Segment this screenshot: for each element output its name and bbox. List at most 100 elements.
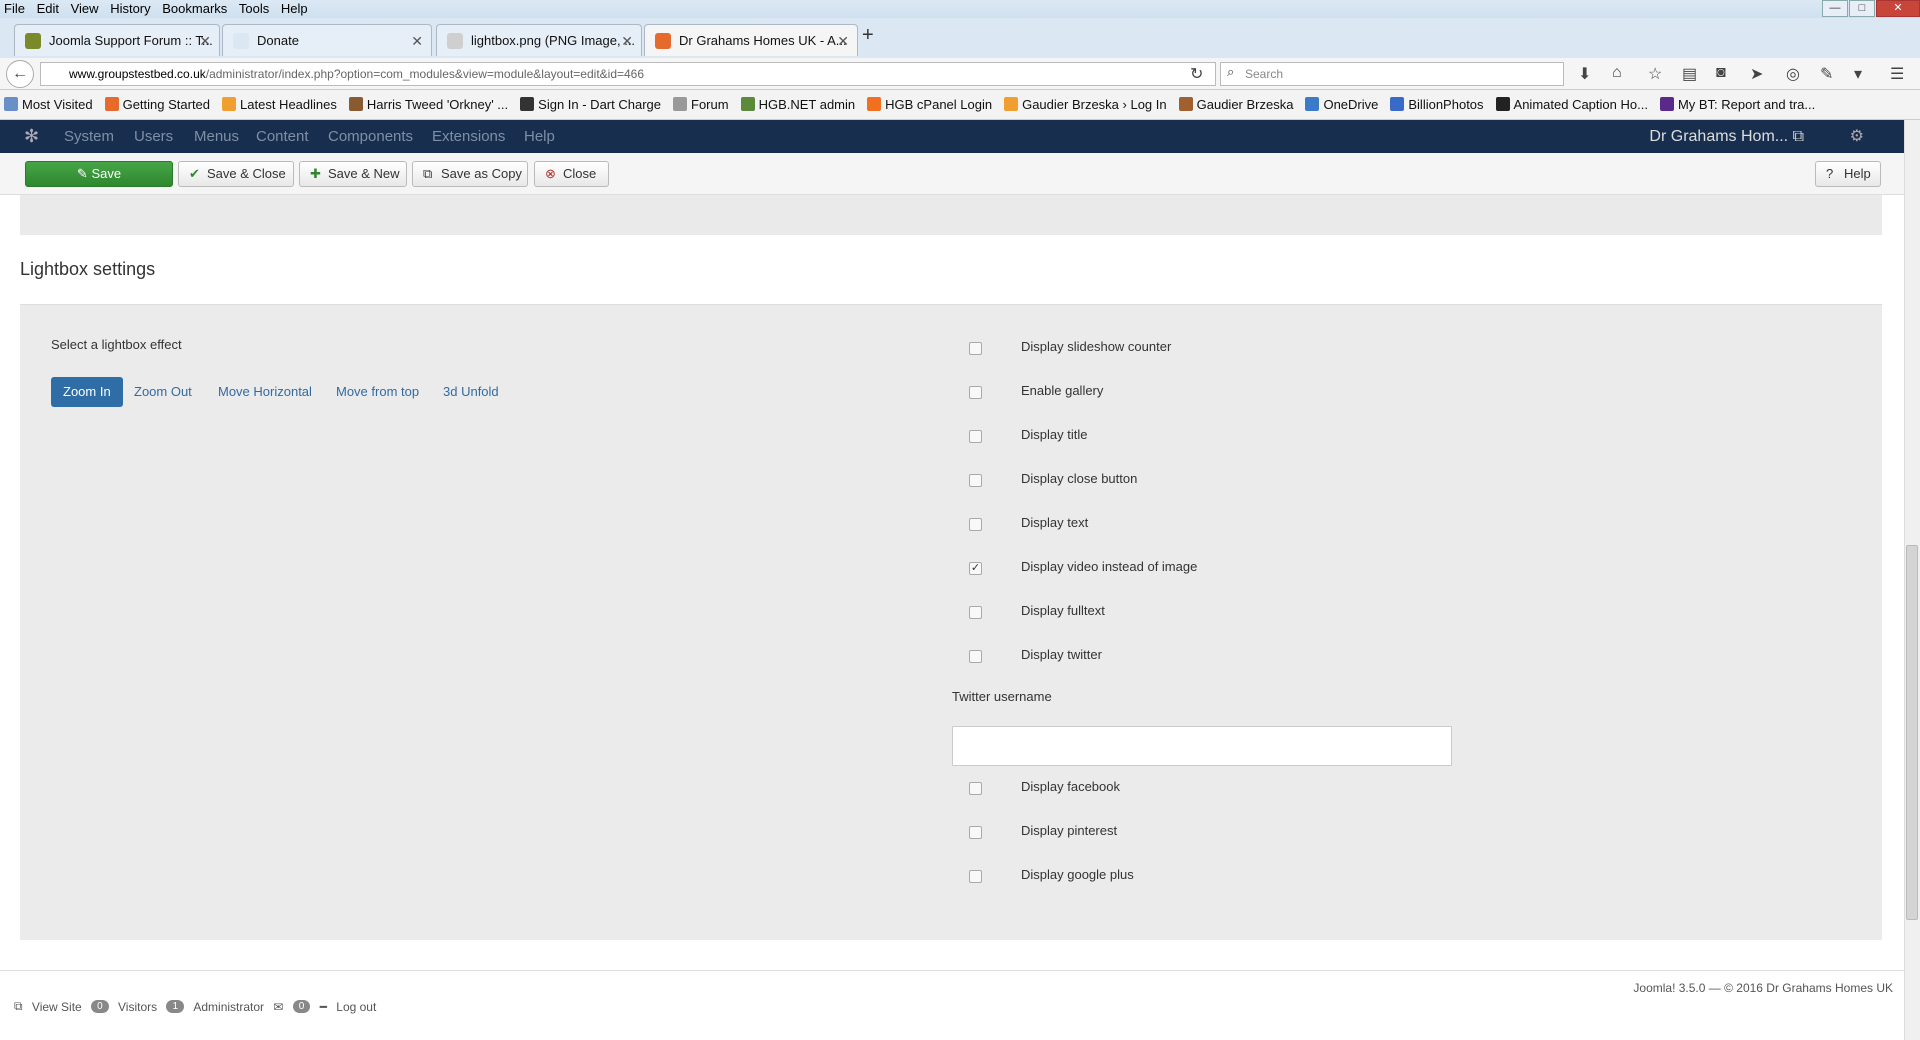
- nav-menus[interactable]: Menus: [194, 120, 239, 153]
- option-checkbox[interactable]: ✓: [969, 562, 982, 575]
- bookmark-item[interactable]: Animated Caption Ho...: [1495, 90, 1654, 119]
- save-new-button[interactable]: ✚ Save & New: [299, 161, 407, 187]
- nav-content[interactable]: Content: [256, 120, 309, 153]
- option-checkbox[interactable]: [969, 606, 982, 619]
- save-as-copy-button[interactable]: ⧉ Save as Copy: [412, 161, 528, 187]
- window-close-button[interactable]: ✕: [1876, 0, 1920, 17]
- close-button[interactable]: ⊗ Close: [534, 161, 609, 187]
- tab-dr-grahams[interactable]: Dr Grahams Homes UK - A... ✕: [644, 24, 858, 56]
- close-circle-icon: ⊗: [545, 166, 556, 181]
- tab-joomla-forum[interactable]: Joomla Support Forum :: T... ✕: [14, 24, 220, 56]
- joomla-forum-favicon-icon: [25, 33, 41, 49]
- view-site-link[interactable]: View Site: [32, 1000, 82, 1014]
- tab-label: Joomla Support Forum :: T...: [49, 33, 213, 48]
- menu-edit[interactable]: Edit: [33, 0, 63, 18]
- back-arrow-icon[interactable]: ←: [6, 60, 34, 88]
- send-icon[interactable]: ➤: [1750, 64, 1763, 84]
- bookmark-item[interactable]: Gaudier Brzeska › Log In: [1004, 90, 1173, 119]
- hamburger-menu-icon[interactable]: ☰: [1890, 64, 1904, 84]
- image-favicon-icon: [447, 33, 463, 49]
- close-tab-icon[interactable]: ✕: [199, 25, 211, 56]
- search-input[interactable]: Search: [1220, 62, 1564, 86]
- help-button[interactable]: ? Help: [1815, 161, 1881, 187]
- nav-system[interactable]: System: [64, 120, 114, 153]
- menu-history[interactable]: History: [106, 0, 154, 18]
- bookmark-favicon-icon: [1495, 97, 1510, 111]
- menu-help[interactable]: Help: [277, 0, 312, 18]
- save-close-button[interactable]: ✔ Save & Close: [178, 161, 294, 187]
- envelope-icon[interactable]: ✉: [273, 1000, 283, 1014]
- bookmark-item[interactable]: HGB cPanel Login: [867, 90, 998, 119]
- bookmark-item[interactable]: OneDrive: [1305, 90, 1384, 119]
- minimize-button[interactable]: —: [1822, 0, 1848, 17]
- bookmark-item[interactable]: Harris Tweed 'Orkney' ...: [348, 90, 514, 119]
- close-tab-icon[interactable]: ✕: [411, 25, 423, 56]
- question-icon: ?: [1826, 166, 1834, 181]
- bookmark-item[interactable]: Gaudier Brzeska: [1178, 90, 1300, 119]
- option-checkbox[interactable]: [969, 870, 982, 883]
- bookmark-label: BillionPhotos: [1408, 97, 1484, 112]
- option-checkbox[interactable]: [969, 650, 982, 663]
- reload-icon[interactable]: ↻: [1190, 64, 1203, 84]
- download-icon[interactable]: ⬇: [1578, 64, 1591, 84]
- messages-count-badge: 0: [292, 1000, 311, 1014]
- scrollbar-thumb[interactable]: [1906, 545, 1918, 920]
- joomla-toolbar: ✎ Save ✔ Save & Close ✚ Save & New ⧉ Save a…: [0, 153, 1904, 195]
- url-bar[interactable]: www.groupstestbed.co.uk/administrator/in…: [40, 62, 1216, 86]
- bookmark-item[interactable]: Sign In - Dart Charge: [520, 90, 667, 119]
- effect-move-horizontal[interactable]: Move Horizontal: [206, 377, 324, 407]
- effect-zoom-out[interactable]: Zoom Out: [122, 377, 204, 407]
- option-checkbox[interactable]: [969, 342, 982, 355]
- save-button[interactable]: ✎ Save: [25, 161, 173, 187]
- reading-list-icon[interactable]: ▤: [1682, 64, 1697, 84]
- nav-help[interactable]: Help: [524, 120, 555, 153]
- tab-donate[interactable]: Donate ✕: [222, 24, 432, 56]
- bookmark-star-icon[interactable]: ☆: [1648, 64, 1662, 84]
- tab-lightbox-png[interactable]: lightbox.png (PNG Image, ... ✕: [436, 24, 642, 56]
- nav-extensions[interactable]: Extensions: [432, 120, 505, 153]
- option-checkbox[interactable]: [969, 474, 982, 487]
- joomla-favicon-icon: [655, 33, 671, 49]
- bookmark-label: Latest Headlines: [240, 97, 337, 112]
- url-host: www.groupstestbed.co.uk: [69, 67, 206, 81]
- bookmark-item[interactable]: My BT: Report and tra...: [1659, 90, 1821, 119]
- close-tab-icon[interactable]: ✕: [837, 25, 849, 56]
- twitter-username-input[interactable]: [952, 726, 1452, 766]
- bookmark-item[interactable]: Latest Headlines: [222, 90, 343, 119]
- dropdown-arrow-icon[interactable]: ▾: [1854, 64, 1862, 84]
- bookmark-item[interactable]: Getting Started: [104, 90, 216, 119]
- bookmark-item[interactable]: BillionPhotos: [1390, 90, 1489, 119]
- nav-components[interactable]: Components: [328, 120, 413, 153]
- menu-file[interactable]: File: [0, 0, 29, 18]
- bookmark-item[interactable]: Most Visited: [4, 90, 99, 119]
- chat-icon[interactable]: ◎: [1786, 64, 1800, 84]
- bookmark-label: Gaudier Brzeska: [1196, 97, 1294, 112]
- option-checkbox[interactable]: [969, 518, 982, 531]
- nav-users[interactable]: Users: [134, 120, 173, 153]
- option-checkbox[interactable]: [969, 386, 982, 399]
- option-checkbox[interactable]: [969, 430, 982, 443]
- site-link[interactable]: Dr Grahams Hom... ⧉: [1649, 120, 1804, 153]
- close-tab-icon[interactable]: ✕: [621, 25, 633, 56]
- option-label: Display text: [1021, 515, 1089, 530]
- status-bar: ⧉ View Site 0 Visitors 1 Administrator ✉…: [14, 999, 382, 1014]
- bookmark-item[interactable]: Forum: [673, 90, 735, 119]
- pocket-icon[interactable]: ◙: [1716, 64, 1726, 82]
- extension-icon[interactable]: ✎: [1820, 64, 1833, 84]
- menu-tools[interactable]: Tools: [235, 0, 273, 18]
- bookmark-item[interactable]: HGB.NET admin: [740, 90, 862, 119]
- gear-icon[interactable]: ⚙: [1850, 120, 1864, 153]
- effect-move-from-top[interactable]: Move from top: [324, 377, 431, 407]
- effect-3d-unfold[interactable]: 3d Unfold: [431, 377, 511, 407]
- menu-bookmarks[interactable]: Bookmarks: [158, 0, 231, 18]
- maximize-button[interactable]: □: [1849, 0, 1875, 17]
- joomla-logo-icon[interactable]: ✻: [24, 126, 39, 147]
- new-tab-icon[interactable]: +: [862, 24, 874, 47]
- logout-link[interactable]: Log out: [336, 1000, 376, 1014]
- option-label: Display facebook: [1021, 779, 1120, 794]
- effect-zoom-in[interactable]: Zoom In: [51, 377, 123, 407]
- option-checkbox[interactable]: [969, 782, 982, 795]
- option-checkbox[interactable]: [969, 826, 982, 839]
- menu-view[interactable]: View: [67, 0, 103, 18]
- home-icon[interactable]: ⌂: [1612, 64, 1622, 82]
